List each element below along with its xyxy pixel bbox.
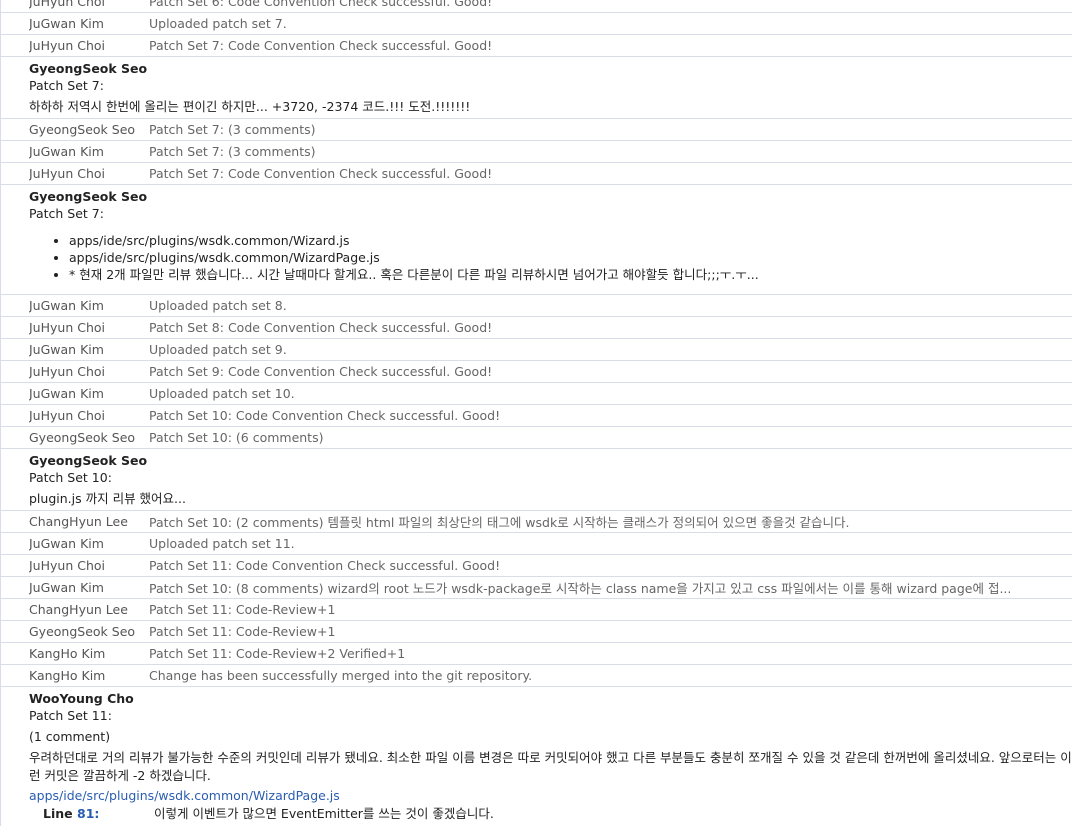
message-row[interactable]: JuGwan Kim Uploaded patch set 7.	[0, 12, 1072, 34]
message-row[interactable]: ChangHyun Lee Patch Set 11: Code-Review+1	[0, 598, 1072, 620]
message-author: GyeongSeok Seo	[29, 430, 136, 445]
message-author[interactable]: GyeongSeok Seo	[29, 452, 1072, 469]
message-row[interactable]: JuHyun Choi Patch Set 8: Code Convention …	[0, 316, 1072, 338]
comment-count: (1 comment)	[29, 729, 111, 744]
message-row[interactable]: JuHyun Choi Patch Set 10: Code Convention…	[0, 404, 1072, 426]
message-expanded: GyeongSeok Seo Patch Set 10: plugin.js 까지 …	[0, 448, 1072, 510]
list-item: apps/ide/src/plugins/wsdk.common/WizardP…	[69, 249, 1072, 266]
message-row[interactable]: ChangHyun Lee Patch Set 10: (2 comments) …	[0, 510, 1072, 532]
message-author[interactable]: GyeongSeok Seo	[29, 60, 1072, 77]
message-summary: Uploaded patch set 9.	[149, 342, 287, 357]
message-author[interactable]: GyeongSeok Seo	[29, 188, 1072, 205]
message-author: GyeongSeok Seo	[29, 122, 136, 137]
message-author: JuHyun Choi	[29, 166, 105, 181]
message-patchset: Patch Set 7:	[29, 206, 104, 221]
message-row[interactable]: GyeongSeok Seo Patch Set 7: (3 comments)	[0, 118, 1072, 140]
message-author: GyeongSeok Seo	[29, 624, 136, 639]
message-patchset: Patch Set 10:	[29, 470, 112, 485]
message-author: JuHyun Choi	[29, 38, 105, 53]
message-author: JuGwan Kim	[29, 144, 104, 159]
message-summary: Patch Set 8: Code Convention Check succe…	[149, 320, 493, 335]
message-row[interactable]: JuGwan Kim Patch Set 10: (8 comments) wiz…	[0, 576, 1072, 598]
message-summary: Patch Set 7: Code Convention Check succe…	[149, 166, 493, 181]
message-author: ChangHyun Lee	[29, 514, 128, 529]
message-row[interactable]: JuHyun Choi Patch Set 9: Code Convention …	[0, 360, 1072, 382]
message-author: JuGwan Kim	[29, 298, 104, 313]
message-summary: Uploaded patch set 10.	[149, 386, 295, 401]
line-word: Line	[43, 806, 73, 821]
message-list: apps/ide/src/plugins/wsdk.common/Wizard.…	[29, 232, 1072, 283]
message-expanded: GyeongSeok Seo Patch Set 7: 하하하 저역시 한번에 올리…	[0, 56, 1072, 118]
message-summary: Patch Set 10: (8 comments) wizard의 root …	[149, 581, 1012, 596]
message-author: KangHo Kim	[29, 668, 106, 683]
message-text: 하하하 저역시 한번에 올리는 편이긴 하지만... +3720, -2374 …	[29, 99, 471, 114]
message-author: JuHyun Choi	[29, 364, 105, 379]
message-summary: Patch Set 7: Code Convention Check succe…	[149, 38, 493, 53]
message-author: JuHyun Choi	[29, 558, 105, 573]
message-summary: Uploaded patch set 11.	[149, 536, 295, 551]
message-summary: Change has been successfully merged into…	[149, 668, 533, 683]
message-row[interactable]: JuHyun Choi Patch Set 7: Code Convention …	[0, 34, 1072, 56]
message-row[interactable]: JuGwan Kim Uploaded patch set 9.	[0, 338, 1072, 360]
message-row[interactable]: JuGwan Kim Uploaded patch set 10.	[0, 382, 1072, 404]
message-summary: Patch Set 10: (6 comments)	[149, 430, 324, 445]
message-row[interactable]: JuHyun Choi Patch Set 6: Code Convention …	[0, 0, 1072, 12]
list-item: apps/ide/src/plugins/wsdk.common/Wizard.…	[69, 232, 1072, 249]
message-patchset: Patch Set 11:	[29, 708, 112, 723]
message-row[interactable]: KangHo Kim Change has been successfully m…	[0, 664, 1072, 686]
message-row[interactable]: GyeongSeok Seo Patch Set 11: Code-Review+…	[0, 620, 1072, 642]
message-summary: Patch Set 10: (2 comments) 템플릿 html 파일의 …	[149, 515, 850, 530]
message-row[interactable]: JuGwan Kim Uploaded patch set 8.	[0, 294, 1072, 316]
message-expanded: GyeongSeok SeoPatch Set 7: apps/ide/src/p…	[0, 184, 1072, 294]
message-summary: Patch Set 6: Code Convention Check succe…	[149, 0, 493, 9]
message-patchset: Patch Set 7:	[29, 78, 104, 93]
message-author: JuGwan Kim	[29, 16, 104, 31]
message-author: JuHyun Choi	[29, 408, 105, 423]
message-row[interactable]: GyeongSeok Seo Patch Set 10: (6 comments)	[0, 426, 1072, 448]
message-author: JuGwan Kim	[29, 386, 104, 401]
message-summary: Patch Set 9: Code Convention Check succe…	[149, 364, 493, 379]
message-author: JuGwan Kim	[29, 536, 104, 551]
message-expanded: WooYoung Cho Patch Set 11: (1 comment) 우려하던…	[0, 686, 1072, 826]
message-author: KangHo Kim	[29, 646, 106, 661]
message-summary: Patch Set 7: (3 comments)	[149, 122, 316, 137]
message-author[interactable]: WooYoung Cho	[29, 690, 1072, 707]
message-row[interactable]: JuHyun Choi Patch Set 7: Code Convention …	[0, 162, 1072, 184]
message-summary: Patch Set 7: (3 comments)	[149, 144, 316, 159]
inline-comment: Line 81: 이렇게 이벤트가 많으면 EventEmitter를 쓰는 것이…	[29, 805, 1072, 823]
message-summary: Patch Set 11: Code Convention Check succ…	[149, 558, 501, 573]
message-summary: Patch Set 11: Code-Review+2 Verified+1	[149, 646, 406, 661]
list-item: * 현재 2개 파일만 리뷰 했습니다... 시간 날때마다 할게요.. 혹은 …	[69, 266, 1072, 283]
change-messages-list: JuHyun Choi Patch Set 6: Code Convention …	[0, 0, 1072, 826]
line-number-link[interactable]: 81:	[77, 806, 99, 821]
comment-text: 이렇게 이벤트가 많으면 EventEmitter를 쓰는 것이 좋겠습니다.	[154, 806, 494, 821]
message-author: JuHyun Choi	[29, 0, 105, 9]
message-text: plugin.js 까지 리뷰 했어요...	[29, 491, 186, 506]
file-link[interactable]: apps/ide/src/plugins/wsdk.common/WizardP…	[29, 787, 1072, 805]
message-summary: Uploaded patch set 7.	[149, 16, 287, 31]
message-author: JuGwan Kim	[29, 580, 104, 595]
message-row[interactable]: JuGwan Kim Uploaded patch set 11.	[0, 532, 1072, 554]
message-author: JuHyun Choi	[29, 320, 105, 335]
message-author: ChangHyun Lee	[29, 602, 128, 617]
message-row[interactable]: JuHyun Choi Patch Set 11: Code Convention…	[0, 554, 1072, 576]
message-summary: Patch Set 10: Code Convention Check succ…	[149, 408, 501, 423]
message-summary: Uploaded patch set 8.	[149, 298, 287, 313]
message-author: JuGwan Kim	[29, 342, 104, 357]
message-row[interactable]: JuGwan Kim Patch Set 7: (3 comments)	[0, 140, 1072, 162]
message-row[interactable]: KangHo Kim Patch Set 11: Code-Review+2 Ve…	[0, 642, 1072, 664]
message-summary: Patch Set 11: Code-Review+1	[149, 624, 336, 639]
message-text: 우려하던대로 거의 리뷰가 불가능한 수준의 커밋인데 리뷰가 됐네요. 최소한…	[29, 750, 1072, 783]
message-summary: Patch Set 11: Code-Review+1	[149, 602, 336, 617]
line-label: Line 81:	[29, 805, 154, 823]
